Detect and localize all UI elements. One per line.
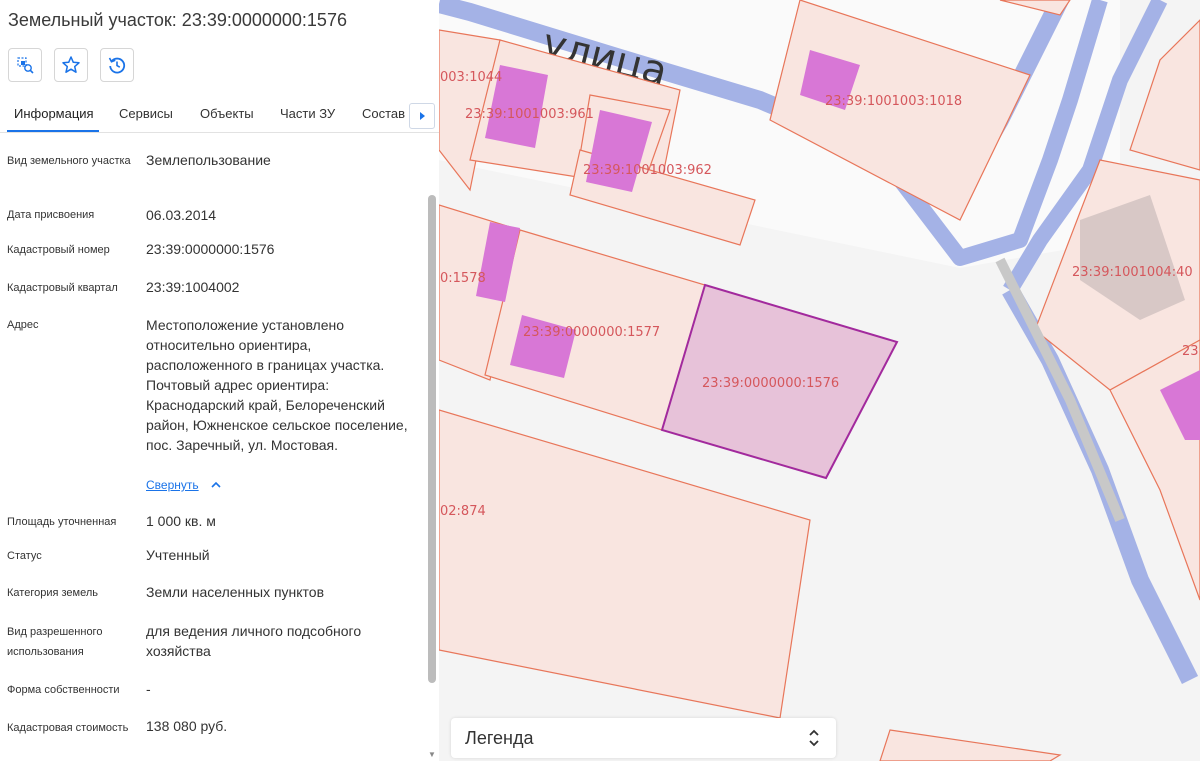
parcel-label-right-edge[interactable]: 23 bbox=[1182, 344, 1199, 359]
parcel-label-1578[interactable]: 0:1578 bbox=[440, 271, 486, 286]
star-icon bbox=[62, 56, 80, 73]
field-value-cadastral-value: 138 080 руб. bbox=[146, 718, 228, 734]
expand-collapse-icon bbox=[809, 729, 819, 747]
tab-services[interactable]: Сервисы bbox=[119, 106, 173, 121]
field-label-area: Площадь уточненная bbox=[7, 516, 117, 528]
panel-scrollbar[interactable] bbox=[428, 195, 436, 683]
field-value-status: Учтенный bbox=[146, 547, 210, 563]
tab-composition[interactable]: Состав bbox=[362, 106, 405, 121]
field-value-area: 1 000 кв. м bbox=[146, 513, 216, 529]
field-value-land-category: Земли населенных пунктов bbox=[146, 584, 325, 600]
parcel-label-1576-selected[interactable]: 23:39:0000000:1576 bbox=[702, 376, 839, 391]
field-value-ownership: - bbox=[146, 681, 151, 697]
tab-objects[interactable]: Объекты bbox=[200, 106, 254, 121]
active-tab-indicator bbox=[7, 130, 99, 132]
legend-label: Легенда bbox=[465, 728, 534, 748]
field-value-address: Местоположение установлено относительно … bbox=[146, 317, 408, 453]
field-label-cadastral-quarter: Кадастровый квартал bbox=[7, 282, 118, 294]
field-value-land-type: Землепользование bbox=[146, 152, 271, 168]
parcel-label-1577[interactable]: 23:39:0000000:1577 bbox=[523, 325, 660, 340]
field-label-cadastral-number: Кадастровый номер bbox=[7, 244, 110, 256]
info-panel: Земельный участок: 23:39:0000000:1576 Ин… bbox=[0, 0, 439, 761]
page-title: Земельный участок: 23:39:0000000:1576 bbox=[8, 10, 347, 30]
parcel-label-1018[interactable]: 23:39:1001003:1018 bbox=[825, 94, 962, 109]
select-parcel-icon bbox=[17, 57, 34, 74]
legend-dropdown[interactable]: Легенда bbox=[451, 718, 836, 758]
parcel-label-874[interactable]: 02:874 bbox=[440, 504, 486, 519]
collapse-link[interactable]: Свернуть bbox=[146, 478, 199, 492]
field-value-cadastral-quarter: 23:39:1004002 bbox=[146, 279, 240, 295]
chevron-up-icon bbox=[211, 481, 221, 488]
favorite-button[interactable] bbox=[54, 48, 88, 82]
field-label-address: Адрес bbox=[7, 319, 39, 331]
field-value-cadastral-number: 23:39:0000000:1576 bbox=[146, 241, 275, 257]
tab-bar: Информация Сервисы Объекты Части ЗУ Сост… bbox=[0, 96, 439, 133]
parcel-label-961[interactable]: 23:39:1001003:961 bbox=[465, 107, 594, 122]
parcel-label-1044[interactable]: 003:1044 bbox=[440, 70, 502, 85]
field-label-land-type: Вид земельного участка bbox=[7, 155, 131, 167]
field-label-cadastral-value: Кадастровая стоимость bbox=[7, 722, 129, 734]
cadastral-map[interactable]: улица 003:1044 23:39:1001003:961 23:39:1… bbox=[439, 0, 1200, 761]
parcel-label-962[interactable]: 23:39:1001003:962 bbox=[583, 163, 712, 178]
history-icon bbox=[108, 57, 126, 74]
select-parcel-button[interactable] bbox=[8, 48, 42, 82]
tab-information[interactable]: Информация bbox=[14, 106, 94, 121]
parcel-label-1001004-40[interactable]: 23:39:1001004:40 bbox=[1072, 265, 1193, 280]
tabs-scroll-right-button[interactable] bbox=[409, 103, 435, 129]
scroll-down-arrow[interactable]: ▼ bbox=[428, 750, 436, 759]
field-value-assigned-date: 06.03.2014 bbox=[146, 207, 217, 223]
field-label-ownership: Форма собственности bbox=[7, 684, 120, 696]
field-value-permitted-use: для ведения личного подсобного хозяйства bbox=[146, 623, 362, 659]
history-button[interactable] bbox=[100, 48, 134, 82]
field-label-permitted-use: Вид разрешенного использования bbox=[7, 626, 103, 658]
field-label-assigned-date: Дата присвоения bbox=[7, 209, 95, 221]
field-label-land-category: Категория земель bbox=[7, 587, 98, 599]
tab-parts[interactable]: Части ЗУ bbox=[280, 106, 335, 121]
chevron-right-icon bbox=[420, 112, 425, 120]
field-label-status: Статус bbox=[7, 550, 42, 562]
